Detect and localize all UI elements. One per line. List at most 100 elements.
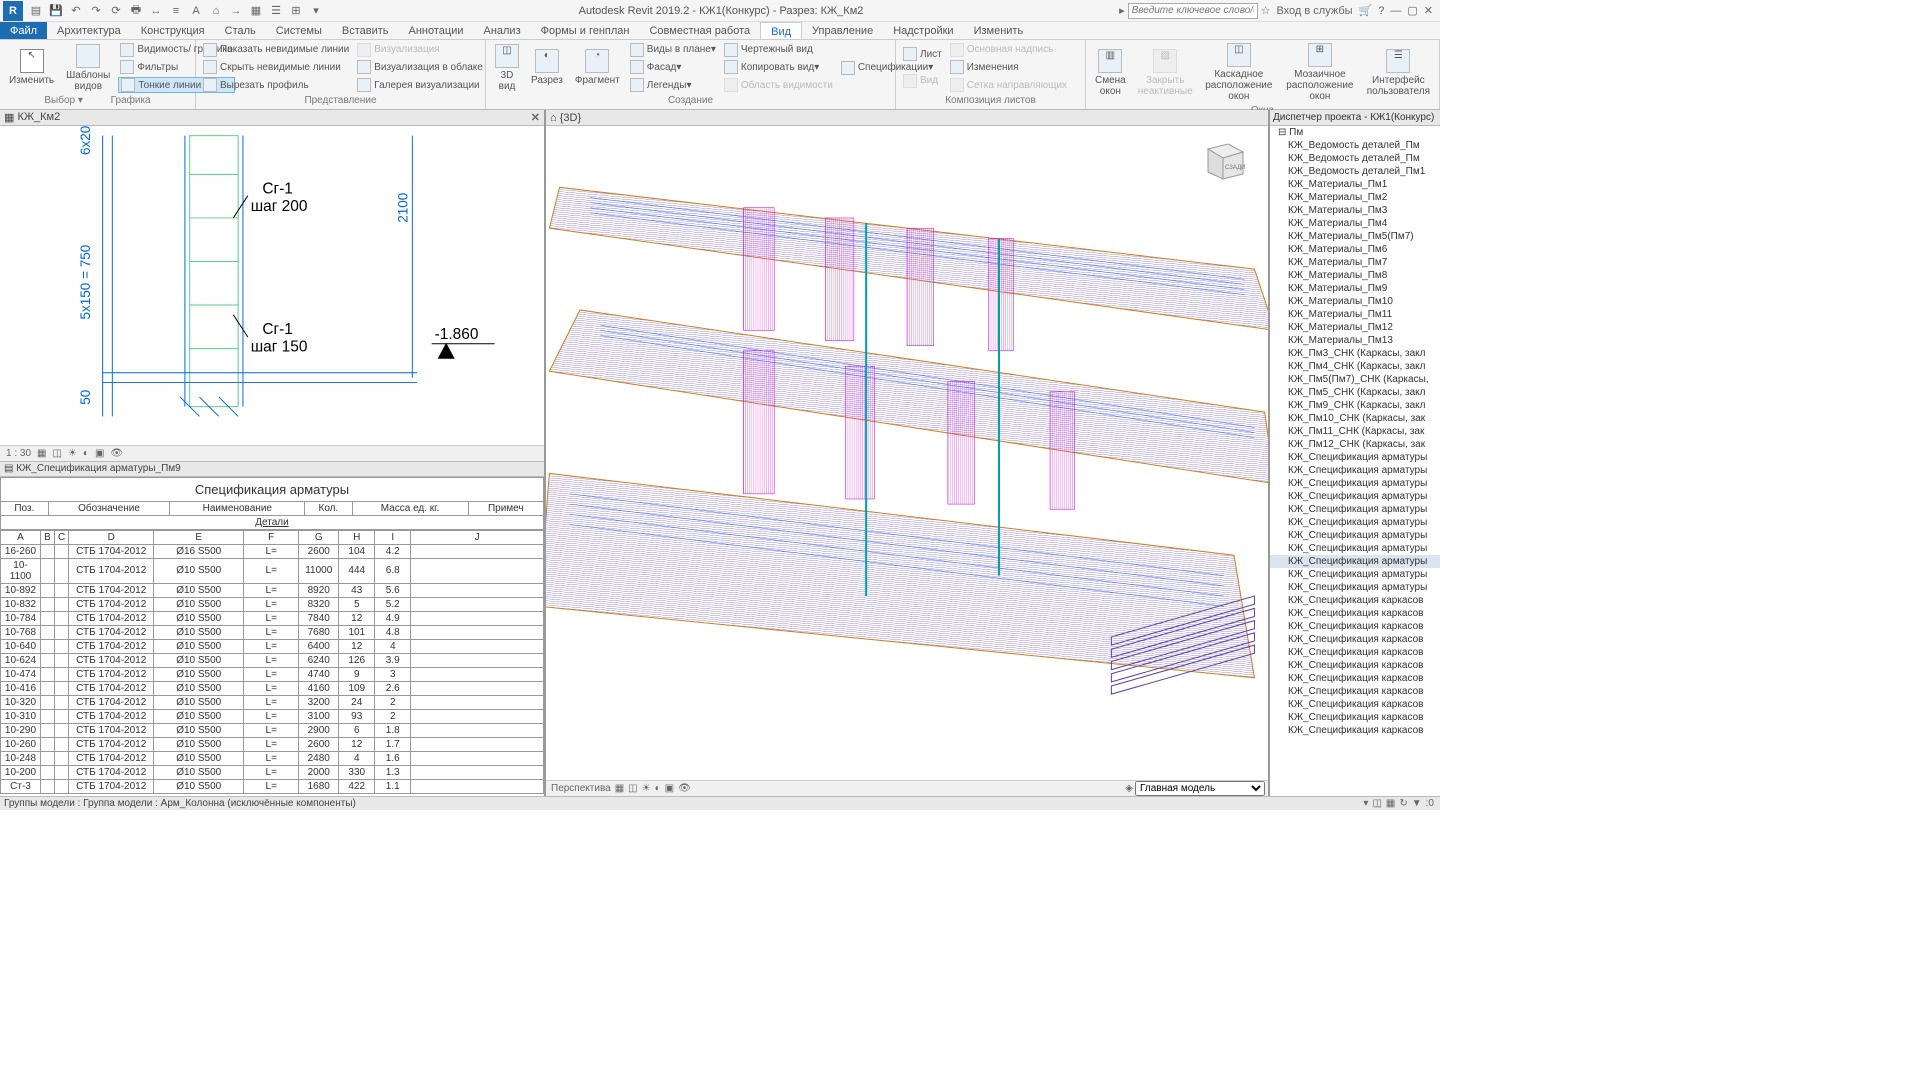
schedule-header-cell[interactable]: Обозначение [48,501,170,515]
tree-item[interactable]: КЖ_Материалы_Пм6 [1270,243,1440,256]
table-row[interactable]: 10-832СТБ 1704-2012Ø10 S500L=832055.2 [1,597,544,611]
section-box-icon[interactable]: ▦ [247,2,265,20]
table-row[interactable]: Ст-3СТБ 1704-2012Ø10 S500L=16804221.1 [1,779,544,793]
tree-item[interactable]: КЖ_Ведомость деталей_Пм [1270,152,1440,165]
sync-status-icon[interactable]: ↻ [1399,798,1407,809]
measure-icon[interactable]: ↔ [147,2,165,20]
visual-style-icon[interactable]: ◫ [52,448,61,459]
col-letter[interactable]: F [244,530,299,544]
worksets-icon[interactable]: ◫ [1372,798,1381,809]
reveal-icon[interactable]: 👁 [678,783,691,794]
redo-icon[interactable]: ↷ [87,2,105,20]
col-letter[interactable]: E [154,530,244,544]
tab-Архитектура[interactable]: Архитектура [47,22,131,39]
col-letter[interactable]: B [41,530,55,544]
tree-item[interactable]: КЖ_Пм5(Пм7)_СНК (Каркасы, [1270,373,1440,386]
dropdown-icon[interactable]: ▾ [307,2,325,20]
shadows-icon[interactable]: ◐ [83,448,89,459]
3d-view-header[interactable]: ⌂ {3D} [546,110,1268,126]
tree-item[interactable]: КЖ_Спецификация арматуры [1270,477,1440,490]
tree-item[interactable]: КЖ_Материалы_Пм3 [1270,204,1440,217]
cart-icon[interactable]: 🛒 [1359,4,1373,17]
infocenter-icon[interactable]: ☆ [1261,4,1271,17]
tree-item[interactable]: КЖ_Материалы_Пм7 [1270,256,1440,269]
tree-item[interactable]: КЖ_Спецификация каркасов [1270,633,1440,646]
tab-Вставить[interactable]: Вставить [332,22,399,39]
tree-item[interactable]: КЖ_Ведомость деталей_Пм [1270,139,1440,152]
elevation-button[interactable]: Фасад ▾ [628,59,718,75]
ui-button[interactable]: ☰Интерфейс пользователя [1361,41,1436,104]
tree-item[interactable]: КЖ_Материалы_Пм2 [1270,191,1440,204]
col-letter[interactable]: D [69,530,154,544]
tree-item[interactable]: КЖ_Спецификация арматуры [1270,581,1440,594]
tree-item[interactable]: КЖ_Спецификация арматуры [1270,490,1440,503]
tree-item[interactable]: КЖ_Спецификация каркасов [1270,685,1440,698]
table-row[interactable]: 16-260СТБ 1704-2012Ø16 S500L=26001044.2 [1,544,544,558]
workset-select[interactable]: Главная модель [1135,781,1265,796]
col-letter[interactable]: G [299,530,339,544]
gallery-button[interactable]: Галерея визуализации [355,77,485,93]
crop-icon[interactable]: ▣ [95,448,104,459]
tree-item[interactable]: КЖ_Пм12_СНК (Каркасы, зак [1270,438,1440,451]
tree-item[interactable]: КЖ_Материалы_Пм10 [1270,295,1440,308]
table-row[interactable]: 10-624СТБ 1704-2012Ø10 S500L=62401263.9 [1,653,544,667]
print-icon[interactable]: 🖶 [127,2,145,20]
detail-level-icon[interactable]: ▦ [37,448,46,459]
col-letter[interactable]: C [55,530,69,544]
table-row[interactable]: 10-1100СТБ 1704-2012Ø10 S500L=110004446.… [1,558,544,583]
section-view-header[interactable]: ▦ КЖ_Км2 ✕ [0,110,544,126]
schedule-header-cell[interactable]: Поз. [1,501,49,515]
table-row[interactable]: 10-310СТБ 1704-2012Ø10 S500L=3100932 [1,709,544,723]
close-view-icon[interactable]: ✕ [531,111,540,124]
table-row[interactable]: 10-320СТБ 1704-2012Ø10 S500L=3200242 [1,695,544,709]
align-icon[interactable]: ≡ [167,2,185,20]
hide-icon[interactable]: 👁 [110,448,123,459]
3d-view-control-bar[interactable]: Перспектива ▦◫ ☀◐ ▣👁 ◈ Главная модель [546,780,1268,796]
cloud-render-button[interactable]: Визуализация в облаке [355,59,485,75]
workset-icon[interactable]: ◈ [1125,783,1133,794]
tree-item[interactable]: КЖ_Спецификация каркасов [1270,646,1440,659]
sheet-button[interactable]: Лист [901,46,944,62]
tab-Анализ[interactable]: Анализ [473,22,530,39]
tree-parent[interactable]: ⊟ Пм [1270,126,1440,139]
tree-item[interactable]: КЖ_Пм4_СНК (Каркасы, закл [1270,360,1440,373]
tree-item[interactable]: КЖ_Материалы_Пм9 [1270,282,1440,295]
table-row[interactable]: 10-474СТБ 1704-2012Ø10 S500L=474093 [1,667,544,681]
table-row[interactable]: 10-200СТБ 1704-2012Ø10 S500L=20003301.3 [1,765,544,779]
table-row[interactable]: 10-260СТБ 1704-2012Ø10 S500L=2600121.7 [1,737,544,751]
tree-item[interactable]: КЖ_Пм3_СНК (Каркасы, закл [1270,347,1440,360]
cut-profile-button[interactable]: Вырезать профиль [201,77,351,93]
tree-item[interactable]: КЖ_Спецификация каркасов [1270,724,1440,737]
callout-button[interactable]: ◔Фрагмент [569,41,626,94]
tab-Сталь[interactable]: Сталь [215,22,266,39]
col-letter[interactable]: J [411,530,544,544]
tree-item[interactable]: КЖ_Материалы_Пм11 [1270,308,1440,321]
table-row[interactable]: 10-892СТБ 1704-2012Ø10 S500L=8920435.6 [1,583,544,597]
tree-item[interactable]: КЖ_Спецификация арматуры [1270,542,1440,555]
table-row[interactable]: 10-784СТБ 1704-2012Ø10 S500L=7840124.9 [1,611,544,625]
remove-hidden-button[interactable]: Скрыть невидимые линии [201,59,351,75]
tree-item[interactable]: КЖ_Пм5_СНК (Каркасы, закл [1270,386,1440,399]
cascade-windows-button[interactable]: ◫Каскадное расположение окон [1199,41,1279,104]
shadows-icon[interactable]: ◐ [655,783,661,794]
tree-item[interactable]: КЖ_Спецификация арматуры [1270,555,1440,568]
schedule-view[interactable]: Спецификация арматуры Поз.ОбозначениеНаи… [0,477,544,796]
schedule-header[interactable]: ▤ КЖ_Спецификация арматуры_Пм9 [0,461,544,477]
col-letter[interactable]: A [1,530,41,544]
undo-icon[interactable]: ↶ [67,2,85,20]
drafting-view-button[interactable]: Чертежный вид [722,42,835,58]
tree-item[interactable]: КЖ_Материалы_Пм5(Пм7) [1270,230,1440,243]
show-hidden-button[interactable]: Показать невидимые линии [201,42,351,58]
thin-lines-icon[interactable]: ☰ [267,2,285,20]
schedule-header-cell[interactable]: Примеч [468,501,543,515]
tree-item[interactable]: КЖ_Спецификация каркасов [1270,620,1440,633]
duplicate-view-button[interactable]: Копировать вид ▾ [722,59,835,75]
app-logo-icon[interactable]: R [3,1,23,21]
switch-windows-button[interactable]: ▥Смена окон [1089,41,1132,104]
tab-Надстройки[interactable]: Надстройки [883,22,963,39]
project-browser-header[interactable]: Диспетчер проекта - КЖ1(Конкурс) [1270,110,1440,126]
table-row[interactable]: 10-248СТБ 1704-2012Ø10 S500L=248041.6 [1,751,544,765]
plan-views-button[interactable]: Виды в плане ▾ [628,42,718,58]
detail-level-icon[interactable]: ▦ [615,783,624,794]
tree-item[interactable]: КЖ_Спецификация арматуры [1270,568,1440,581]
